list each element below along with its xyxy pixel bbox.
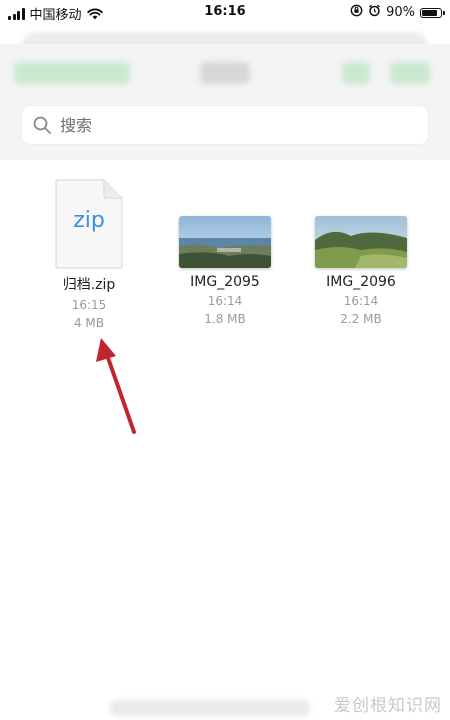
- blurred-title: [200, 62, 250, 84]
- file-time: 16:14: [207, 294, 243, 308]
- file-item-img-2096[interactable]: IMG_2096 16:14 2.2 MB: [306, 160, 416, 326]
- file-time: 16:14: [343, 294, 379, 308]
- file-item-zip[interactable]: zip 归档.zip 16:15 4 MB: [34, 160, 144, 330]
- file-thumbnail: zip: [34, 160, 144, 272]
- status-right: 90%: [350, 4, 445, 21]
- sheet-header-blurred: [0, 44, 450, 102]
- blurred-action-button[interactable]: [342, 62, 370, 84]
- alarm-icon: [368, 4, 381, 21]
- battery-fill: [422, 9, 437, 16]
- file-name: IMG_2095: [190, 274, 260, 290]
- search-box[interactable]: [22, 106, 428, 144]
- screen: 中国移动 16:16 90% 搜索 zip 归档.zip 16:15 4 MB …: [0, 0, 450, 720]
- file-name: IMG_2096: [326, 274, 396, 290]
- file-name: 归档.zip: [62, 277, 116, 293]
- file-thumbnail: [170, 160, 280, 272]
- search-area: [0, 98, 450, 160]
- blurred-footer: [110, 700, 310, 716]
- file-item-img-2095[interactable]: IMG_2095 16:14 1.8 MB: [170, 160, 280, 326]
- blurred-left-button[interactable]: [14, 62, 130, 84]
- battery-icon: [420, 7, 445, 18]
- zip-label: zip: [73, 208, 105, 233]
- orientation-lock-icon: [350, 4, 363, 21]
- watermark: 爱创根知识网: [334, 696, 442, 716]
- search-icon: [33, 116, 51, 134]
- file-thumbnail: [306, 160, 416, 272]
- status-bar: 中国移动 16:16 90%: [0, 0, 450, 24]
- file-time: 16:15: [71, 298, 107, 312]
- file-size: 1.8 MB: [204, 312, 246, 326]
- battery-percent: 90%: [386, 5, 415, 20]
- photo-thumbnail: [315, 216, 407, 268]
- photo-thumbnail: [179, 216, 271, 268]
- file-size: 4 MB: [73, 316, 105, 330]
- file-size: 2.2 MB: [340, 312, 382, 326]
- blurred-right-button[interactable]: [390, 62, 430, 84]
- file-grid: zip 归档.zip 16:15 4 MB IMG_2095 16:14 1.8…: [0, 160, 450, 720]
- zip-file-icon: zip: [54, 178, 124, 270]
- search-input[interactable]: [60, 110, 400, 140]
